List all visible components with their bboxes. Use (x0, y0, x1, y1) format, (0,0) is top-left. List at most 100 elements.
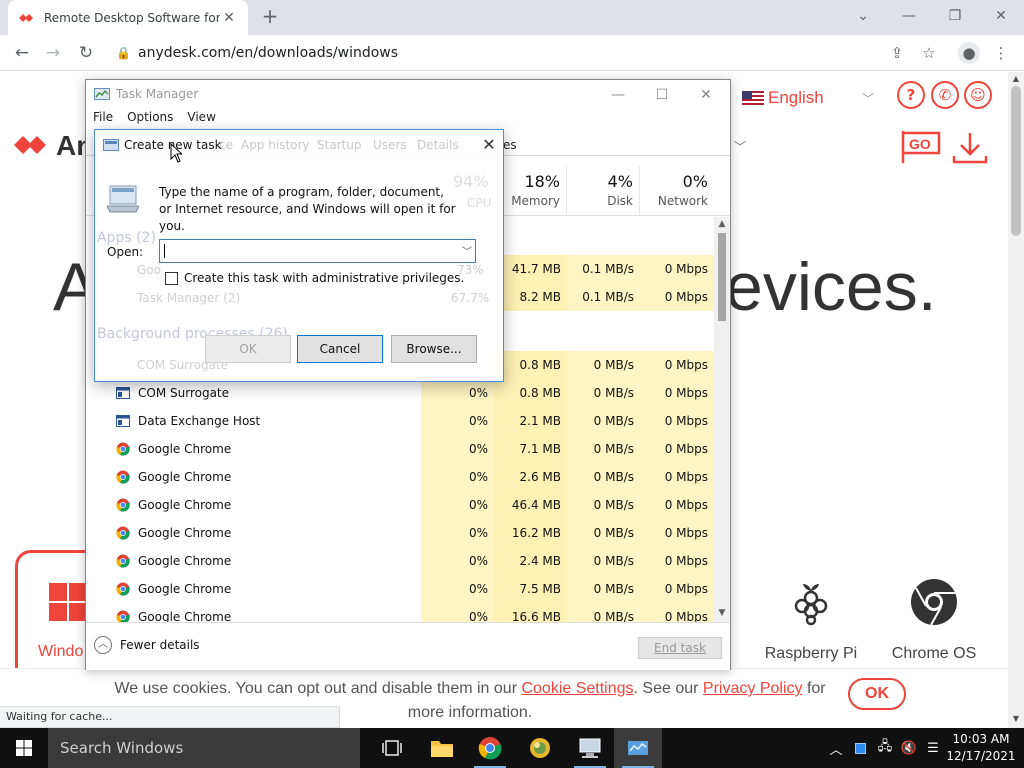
checkbox-box[interactable] (165, 271, 178, 285)
menu-view[interactable]: View (187, 110, 215, 130)
tray-square-icon (854, 742, 866, 754)
cell-disk: 0 MB/s (567, 491, 640, 519)
scroll-down-icon[interactable]: ▼ (714, 608, 730, 618)
table-row[interactable]: Google Chrome 0% 46.4 MB 0 MB/s 0 Mbps (86, 491, 714, 519)
phone-icon[interactable]: ✆ (931, 81, 959, 109)
tm-close-button[interactable]: ✕ (684, 84, 728, 106)
cell-network: 0 Mbps (640, 519, 714, 547)
anydesk-favicon-icon (19, 13, 33, 22)
os-option-raspberry-pi[interactable]: Raspberry Pi (762, 578, 860, 663)
table-row[interactable]: COM Surrogate 0% 0.8 MB 0 MB/s 0 Mbps (86, 379, 714, 407)
scroll-up-icon[interactable]: ▲ (1008, 74, 1024, 83)
go-icon[interactable]: GO (900, 129, 942, 165)
chevron-down-icon[interactable]: ﹀ (462, 243, 472, 258)
disk-label: Disk (607, 194, 633, 208)
column-disk[interactable]: 4% Disk (567, 166, 640, 216)
table-row[interactable]: Google Chrome 0% 2.4 MB 0 MB/s 0 Mbps (86, 547, 714, 575)
taskbar-app-globe[interactable] (516, 728, 564, 768)
close-button[interactable]: ✕ (978, 2, 1024, 30)
cell-disk: 0 MB/s (567, 379, 640, 407)
chevron-up-icon: ︿ (94, 636, 112, 654)
tray-overflow-icon[interactable]: ︿ (826, 728, 846, 768)
tab-services-partial[interactable]: es (503, 138, 517, 152)
taskbar-file-explorer[interactable] (418, 728, 466, 768)
cell-cpu: 0% (421, 435, 494, 463)
scroll-down-icon[interactable]: ▼ (1008, 714, 1024, 723)
privacy-policy-link[interactable]: Privacy Policy (703, 680, 803, 697)
browse-button[interactable]: Browse... (391, 335, 477, 363)
table-row[interactable]: Google Chrome 0% 7.1 MB 0 MB/s 0 Mbps (86, 435, 714, 463)
cell-memory: 7.5 MB (494, 575, 567, 603)
task-manager-icon (94, 88, 110, 100)
account-icon[interactable]: ☺ (964, 81, 992, 109)
network-icon[interactable]: 🖧 (874, 728, 896, 768)
tm-maximize-button[interactable]: ☐ (640, 84, 684, 106)
process-scroll-thumb[interactable] (718, 233, 726, 321)
open-combobox[interactable]: ﹀ (159, 239, 476, 263)
address-bar[interactable]: 🔒 anydesk.com/en/downloads/windows (106, 39, 996, 67)
cookie-settings-link[interactable]: Cookie Settings (521, 680, 633, 697)
tab-search-chevron-icon[interactable]: ⌄ (840, 2, 886, 30)
volume-muted-icon[interactable]: 🔇 (898, 728, 920, 768)
scroll-up-icon[interactable]: ▲ (714, 219, 730, 229)
share-icon[interactable]: ⇪ (886, 42, 908, 64)
start-button[interactable] (0, 728, 48, 768)
column-network[interactable]: 0% Network (640, 166, 714, 216)
column-memory[interactable]: 18% Memory (494, 166, 567, 216)
page-scroll-thumb[interactable] (1011, 86, 1021, 236)
fewer-details-button[interactable]: ︿ Fewer details (94, 636, 200, 654)
cookie-ok-button[interactable]: OK (848, 678, 906, 710)
nav-chevron-icon[interactable]: ﹀ (734, 138, 746, 155)
table-row[interactable]: Google Chrome 0% 2.6 MB 0 MB/s 0 Mbps (86, 463, 714, 491)
taskbar-clock[interactable]: 10:03 AM 12/17/2021 (944, 731, 1018, 765)
tab-close-icon[interactable]: ✕ (220, 10, 238, 26)
cell-network: 0 Mbps (640, 351, 714, 379)
table-row[interactable]: Google Chrome 0% 16.6 MB 0 MB/s 0 Mbps (86, 603, 714, 622)
bookmark-star-icon[interactable]: ☆ (918, 42, 940, 64)
tm-minimize-button[interactable]: — (596, 84, 640, 106)
ok-button[interactable]: OK (205, 335, 291, 363)
language-selector[interactable]: English (742, 88, 824, 108)
reload-button[interactable]: ↻ (73, 40, 99, 66)
cell-cpu: 0% (421, 491, 494, 519)
menu-file[interactable]: File (93, 110, 113, 130)
menu-options[interactable]: Options (127, 110, 173, 130)
new-tab-button[interactable]: + (258, 4, 282, 28)
browser-menu-icon[interactable]: ⋮ (990, 42, 1012, 64)
table-row[interactable]: Google Chrome 0% 7.5 MB 0 MB/s 0 Mbps (86, 575, 714, 603)
cell-memory: 0.8 MB (494, 379, 567, 407)
ghost-app-cpu: 67.7% (451, 291, 490, 305)
help-icon[interactable]: ? (897, 81, 925, 109)
windows-start-icon (16, 740, 32, 756)
taskbar-search-box[interactable]: Search Windows (48, 728, 360, 768)
dialog-close-button[interactable]: ✕ (477, 134, 501, 156)
cell-network: 0 Mbps (640, 603, 714, 622)
browser-tab[interactable]: Remote Desktop Software for ✕ (8, 0, 248, 35)
page-scrollbar[interactable]: ▲ ▼ (1008, 72, 1024, 728)
notifications-icon[interactable]: ☰ (922, 728, 944, 768)
tray-app-icon[interactable] (850, 728, 870, 768)
cancel-button[interactable]: Cancel (297, 335, 383, 363)
dialog-titlebar[interactable]: Create new task ce App history Startup U… (95, 130, 503, 160)
taskbar-task-manager[interactable] (614, 728, 662, 768)
download-icon[interactable] (950, 130, 990, 166)
cell-memory: 7.1 MB (494, 435, 567, 463)
cell-disk: 0 MB/s (567, 351, 640, 379)
taskbar-app-remote[interactable] (566, 728, 614, 768)
restore-button[interactable]: ❐ (932, 2, 978, 30)
task-view-button[interactable] (368, 728, 416, 768)
taskbar-chrome[interactable] (466, 728, 514, 768)
forward-button[interactable]: → (40, 40, 66, 66)
profile-avatar-icon[interactable]: ● (958, 42, 980, 64)
minimize-button[interactable]: — (886, 2, 932, 30)
os-option-chrome-os[interactable]: Chrome OS (888, 578, 980, 663)
back-button[interactable]: ← (9, 40, 35, 66)
end-task-button[interactable]: End task (638, 637, 722, 659)
cell-network: 0 Mbps (640, 463, 714, 491)
language-chevron-icon[interactable]: ﹀ (862, 90, 874, 107)
admin-privileges-checkbox[interactable]: Create this task with administrative pri… (165, 271, 464, 285)
table-row[interactable]: Google Chrome 0% 16.2 MB 0 MB/s 0 Mbps (86, 519, 714, 547)
table-row[interactable]: Data Exchange Host 0% 2.1 MB 0 MB/s 0 Mbps (86, 407, 714, 435)
task-manager-titlebar[interactable]: Task Manager — ☐ ✕ (86, 80, 730, 110)
process-list-scrollbar[interactable]: ▲ ▼ (714, 217, 730, 622)
